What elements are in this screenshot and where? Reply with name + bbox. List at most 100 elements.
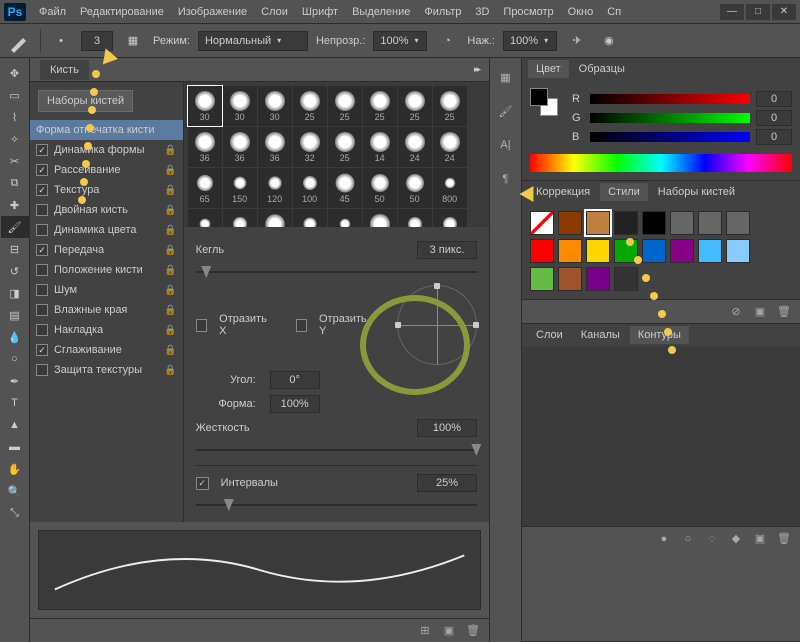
menu-3d[interactable]: 3D <box>468 6 496 18</box>
tab-color[interactable]: Цвет <box>528 60 569 78</box>
fg-bg-swatch[interactable] <box>530 88 558 116</box>
brush-tab[interactable]: Кисть <box>40 60 89 80</box>
menu-layers[interactable]: Слои <box>254 6 295 18</box>
style-swatch[interactable] <box>642 211 666 235</box>
brush-panel-toggle-icon[interactable]: ▦ <box>121 29 145 53</box>
pressure-size-icon[interactable]: ◉ <box>597 29 621 53</box>
flow-field[interactable]: 100% <box>503 31 557 51</box>
style-swatch[interactable] <box>670 211 694 235</box>
brush-thumb[interactable]: 25 <box>328 86 362 126</box>
trash-icon[interactable]: 🗑 <box>465 623 481 639</box>
brush-thumb[interactable]: 25 <box>363 209 397 227</box>
menu-filter[interactable]: Фильтр <box>417 6 468 18</box>
brush-option-checkbox[interactable] <box>36 304 48 316</box>
path-select-tool[interactable]: ▲ <box>1 414 29 436</box>
menu-help[interactable]: Сп <box>600 6 628 18</box>
wand-tool[interactable]: ✧ <box>1 128 29 150</box>
brush-option-2[interactable]: Рассеивание🔒 <box>30 160 183 180</box>
brush-thumb[interactable]: 100 <box>293 168 327 208</box>
brush-option-3[interactable]: Текстура🔒 <box>30 180 183 200</box>
brush-tool[interactable]: 🖌 <box>1 216 29 238</box>
brush-size-field[interactable]: 3 <box>81 31 113 51</box>
brush-option-10[interactable]: Накладка🔒 <box>30 320 183 340</box>
tool-preset-icon[interactable] <box>8 29 32 53</box>
new-style-icon[interactable]: ▣ <box>752 304 768 320</box>
new-path-icon[interactable]: ▣ <box>752 531 768 547</box>
brush-option-checkbox[interactable] <box>36 144 48 156</box>
brush-option-1[interactable]: Динамика формы🔒 <box>30 140 183 160</box>
size-slider[interactable] <box>196 265 477 279</box>
brush-thumb[interactable]: 36 <box>188 127 222 167</box>
tab-styles[interactable]: Стили <box>600 183 648 201</box>
eyedropper-tool[interactable]: ⧉ <box>1 172 29 194</box>
style-swatch[interactable] <box>614 211 638 235</box>
style-swatch[interactable] <box>698 239 722 263</box>
brush-thumb[interactable]: 800 <box>433 168 467 208</box>
menu-type[interactable]: Шрифт <box>295 6 345 18</box>
tab-brush-presets[interactable]: Наборы кистей <box>650 183 743 201</box>
flip-x-checkbox[interactable] <box>196 319 207 332</box>
brush-thumb[interactable]: 32 <box>293 127 327 167</box>
tab-layers[interactable]: Слои <box>528 326 571 344</box>
style-swatch[interactable] <box>614 267 638 291</box>
pressure-opacity-icon[interactable]: ◔ <box>435 29 459 53</box>
gradient-tool[interactable]: ▤ <box>1 304 29 326</box>
brush-thumb[interactable]: 100 <box>223 209 257 227</box>
brush-thumb[interactable]: 25 <box>433 86 467 126</box>
eraser-tool[interactable]: ◨ <box>1 282 29 304</box>
spacing-slider[interactable] <box>196 498 477 512</box>
brush-option-checkbox[interactable] <box>36 204 48 216</box>
maximize-button[interactable]: □ <box>746 4 770 20</box>
brush-option-checkbox[interactable] <box>36 284 48 296</box>
r-value[interactable]: 0 <box>756 91 792 107</box>
spectrum-bar[interactable] <box>530 154 792 172</box>
style-swatch[interactable] <box>530 211 554 235</box>
brush-option-7[interactable]: Положение кисти🔒 <box>30 260 183 280</box>
menu-image[interactable]: Изображение <box>171 6 254 18</box>
zoom-tool[interactable]: 🔍 <box>1 480 29 502</box>
style-swatch[interactable] <box>614 239 638 263</box>
brush-option-checkbox[interactable] <box>36 264 48 276</box>
path-stroke-icon[interactable]: ○ <box>680 531 696 547</box>
menu-select[interactable]: Выделение <box>345 6 417 18</box>
style-swatch[interactable] <box>726 211 750 235</box>
brush-option-checkbox[interactable] <box>36 244 48 256</box>
brush-option-11[interactable]: Сглаживание🔒 <box>30 340 183 360</box>
hardness-value[interactable]: 100% <box>417 419 477 437</box>
brush-thumb[interactable]: 100 <box>433 209 467 227</box>
history-brush-tool[interactable]: ↺ <box>1 260 29 282</box>
brush-thumb[interactable]: 100 <box>398 209 432 227</box>
brush-option-checkbox[interactable] <box>36 324 48 336</box>
airbrush-icon[interactable]: ✈ <box>565 29 589 53</box>
lasso-tool[interactable]: ⌇ <box>1 106 29 128</box>
brush-thumb[interactable]: 50 <box>398 168 432 208</box>
hand-tool[interactable]: ✋ <box>1 458 29 480</box>
b-slider[interactable] <box>590 132 750 142</box>
stamp-tool[interactable]: ⊟ <box>1 238 29 260</box>
brush-thumb[interactable]: 42 <box>258 209 292 227</box>
brush-option-checkbox[interactable] <box>36 224 48 236</box>
style-swatch[interactable] <box>642 239 666 263</box>
style-swatch[interactable] <box>670 239 694 263</box>
collapse-panel-icon[interactable]: ▸▸ <box>474 64 479 75</box>
b-value[interactable]: 0 <box>756 129 792 145</box>
brush-thumb[interactable]: 128 <box>293 209 327 227</box>
spacing-value[interactable]: 25% <box>417 474 477 492</box>
shape-tool[interactable]: ▬ <box>1 436 29 458</box>
path-mask-icon[interactable]: ◆ <box>728 531 744 547</box>
brush-thumb[interactable]: 25 <box>398 86 432 126</box>
brush-option-0[interactable]: Форма отпечатка кисти <box>30 120 183 140</box>
brush-presets-button[interactable]: Наборы кистей <box>38 90 133 112</box>
heal-tool[interactable]: ✚ <box>1 194 29 216</box>
path-selection-icon[interactable]: ◌ <box>704 531 720 547</box>
dock-brush-icon[interactable]: 🖌 <box>495 100 517 122</box>
roundness-value[interactable]: 100% <box>270 395 320 413</box>
color-swap-icon[interactable]: ⤡ <box>1 502 29 524</box>
dock-paragraph-icon[interactable]: ¶ <box>495 168 517 190</box>
brush-preview-icon[interactable]: • <box>49 29 73 53</box>
crop-tool[interactable]: ✂ <box>1 150 29 172</box>
style-swatch[interactable] <box>530 267 554 291</box>
style-swatch[interactable] <box>558 211 582 235</box>
style-swatch[interactable] <box>530 239 554 263</box>
brush-thumb[interactable]: 45 <box>328 168 362 208</box>
